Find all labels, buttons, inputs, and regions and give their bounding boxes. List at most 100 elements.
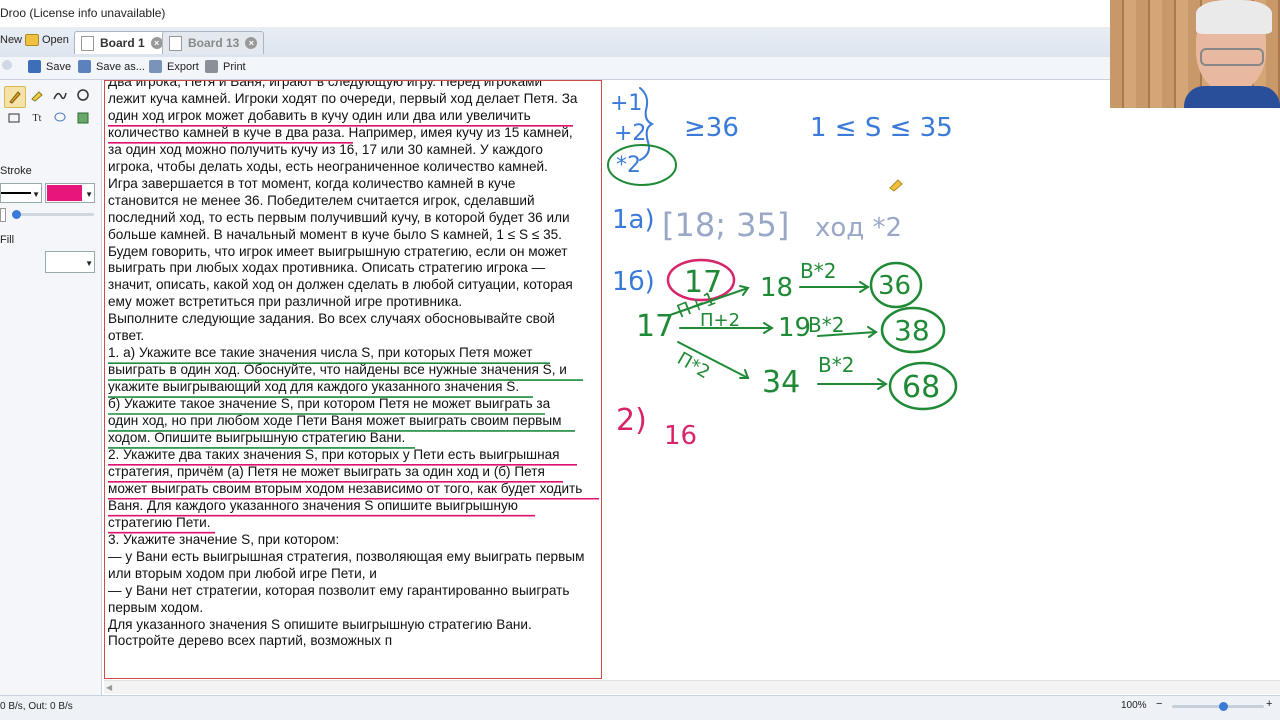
- new-label: New: [0, 34, 23, 46]
- task-line: Постройте дерево всех партий, возможных …: [108, 633, 393, 649]
- node-18: 18: [760, 273, 793, 303]
- zoom-in-icon[interactable]: +: [1266, 698, 1272, 710]
- save-as-button[interactable]: Save as...: [78, 60, 145, 73]
- s-range: 1 ≤ S ≤ 35: [810, 113, 953, 143]
- task-text: Два игрока, Петя и Ваня, играют в следую…: [108, 80, 600, 650]
- answer-1a-label: 1a): [612, 205, 655, 235]
- move-plus-one: +1: [610, 91, 642, 116]
- callout-tool[interactable]: [50, 108, 70, 128]
- print-button[interactable]: Print: [205, 60, 246, 73]
- highlighter-icon: [31, 91, 43, 102]
- chevron-down-icon: ▼: [32, 190, 40, 199]
- lasso-tool[interactable]: [73, 86, 93, 106]
- main-toolbar: Save Save as... Export Print: [0, 57, 1110, 80]
- printer-icon: [205, 60, 218, 73]
- window-title: Droo (License info unavailable): [0, 6, 166, 20]
- tab-bar: New Open Board 1 × Board 13 ×: [0, 27, 1110, 58]
- answer-1a-move: ход *2: [815, 213, 902, 243]
- text-tool[interactable]: Tt: [27, 108, 47, 128]
- fill-label: Fill: [0, 234, 15, 246]
- lasso-icon: [77, 89, 89, 101]
- whiteboard-canvas[interactable]: +1 +2 *2 ≥36 1 ≤ S ≤ 35 1a) [18; 35] ход…: [600, 80, 1110, 480]
- slider-handle[interactable]: [12, 210, 21, 219]
- rectangle-tool[interactable]: [4, 108, 24, 128]
- chevron-down-icon: ▼: [85, 190, 93, 199]
- stroke-width-box[interactable]: [0, 208, 6, 222]
- stroke-style-select[interactable]: ▼: [0, 183, 42, 203]
- task-line: один ход игрок может добавить в кучу оди…: [108, 107, 531, 123]
- node-19: 19: [778, 313, 811, 343]
- task-line: один ход, но при любом ходе Пети Ваня мо…: [108, 413, 562, 429]
- save-button[interactable]: Save: [28, 60, 71, 73]
- horizontal-scrollbar[interactable]: ◀: [104, 680, 1280, 694]
- edge-label-times-two: П*2: [674, 348, 714, 383]
- image-icon: [77, 112, 89, 124]
- webcam-overlay: [1110, 0, 1280, 108]
- export-icon: [149, 60, 162, 73]
- answer-1a-interval: [18; 35]: [662, 206, 789, 244]
- stroke-width-slider[interactable]: [12, 210, 94, 219]
- fill-color-picker[interactable]: ▼: [45, 251, 95, 273]
- task-line: ответ.: [108, 328, 145, 344]
- close-icon[interactable]: ×: [245, 37, 258, 49]
- new-button[interactable]: New: [0, 34, 22, 46]
- export-button[interactable]: Export: [149, 60, 199, 73]
- task-line: ему может встретиться при различной игре…: [108, 294, 463, 310]
- curve-tool[interactable]: [50, 86, 70, 106]
- task-line: выиграть в один ход. Обоснуйте, что найд…: [108, 362, 567, 378]
- task-line: ходом. Опишите выигрышную стратегию Вани…: [108, 430, 406, 446]
- task-line: становится не менее 36. Победителем счит…: [108, 192, 535, 208]
- tools-panel: Tt Stroke ▼ ▼ Fill ▼: [0, 80, 102, 695]
- edge-label-b2: В*2: [808, 313, 844, 337]
- highlighter-tool[interactable]: [27, 86, 47, 106]
- title-bar: Droo (License info unavailable): [0, 0, 1110, 27]
- tab-board-1[interactable]: Board 1 ×: [74, 31, 170, 54]
- zoom-slider-handle[interactable]: [1219, 702, 1228, 711]
- task-line: последний ход, то есть первым получивший…: [108, 209, 570, 225]
- glasses-icon: [1200, 48, 1264, 66]
- open-button[interactable]: Open: [25, 34, 69, 46]
- export-label: Export: [167, 60, 199, 73]
- task-line: Будем говорить, что игрок имеет выигрышн…: [108, 243, 568, 259]
- task-line: Два игрока, Петя и Ваня, играют в следую…: [108, 80, 543, 89]
- floppy-pencil-icon: [78, 60, 91, 73]
- task-line: первым ходом.: [108, 599, 204, 615]
- close-icon[interactable]: ×: [150, 37, 163, 49]
- task-document: Два игрока, Петя и Ваня, играют в следую…: [104, 80, 602, 679]
- pen-tool[interactable]: [4, 86, 26, 108]
- zoom-out-icon[interactable]: −: [1156, 698, 1162, 710]
- undo-button[interactable]: [2, 60, 12, 70]
- open-label: Open: [42, 34, 69, 46]
- tab-board-13[interactable]: Board 13 ×: [162, 31, 265, 54]
- task-line: 2. Укажите два таких значения S, при кот…: [108, 446, 560, 462]
- answer-1b-label: 1б): [612, 267, 655, 297]
- task-line: выиграть при любых ходах противника. Опи…: [108, 260, 546, 276]
- task-line: — у Вани нет стратегии, которая позволит…: [108, 582, 570, 598]
- edge-label-plus-two: П+2: [700, 310, 740, 331]
- text-icon: Tt: [32, 112, 42, 124]
- chevron-down-icon: ▼: [85, 259, 93, 268]
- task-line: может выиграть своим вторым ходом незави…: [108, 480, 583, 496]
- win-condition: ≥36: [684, 113, 739, 143]
- move-plus-two: +2: [614, 121, 646, 146]
- task-line: 1. а) Укажите все такие значения числа S…: [108, 345, 533, 361]
- task-line: 3. Укажите значение S, при котором:: [108, 531, 340, 547]
- result-36: 36: [878, 271, 911, 301]
- network-status: 0 B/s, Out: 0 B/s: [0, 701, 73, 712]
- speech-bubble-icon: [54, 112, 66, 122]
- zoom-slider[interactable]: [1172, 702, 1264, 711]
- task-line: количество камней в куче в два раза. Нап…: [108, 124, 573, 140]
- stroke-label: Stroke: [0, 165, 32, 177]
- document-icon: [169, 35, 182, 51]
- move-times-two: *2: [616, 153, 641, 178]
- stroke-color-picker[interactable]: ▼: [45, 183, 95, 203]
- task-line: б) Укажите такое значение S, при котором…: [108, 396, 551, 412]
- chevron-left-icon[interactable]: ◀: [106, 683, 112, 692]
- image-tool[interactable]: [73, 108, 93, 128]
- curve-icon: [53, 92, 67, 100]
- pencil-icon: [9, 91, 21, 104]
- edge-label-b1: В*2: [800, 259, 836, 283]
- task-line: значит, описать, какой ход он должен сде…: [108, 277, 573, 293]
- task-line: Ваня. Для каждого указанного значения S …: [108, 497, 518, 513]
- result-38: 38: [894, 314, 930, 347]
